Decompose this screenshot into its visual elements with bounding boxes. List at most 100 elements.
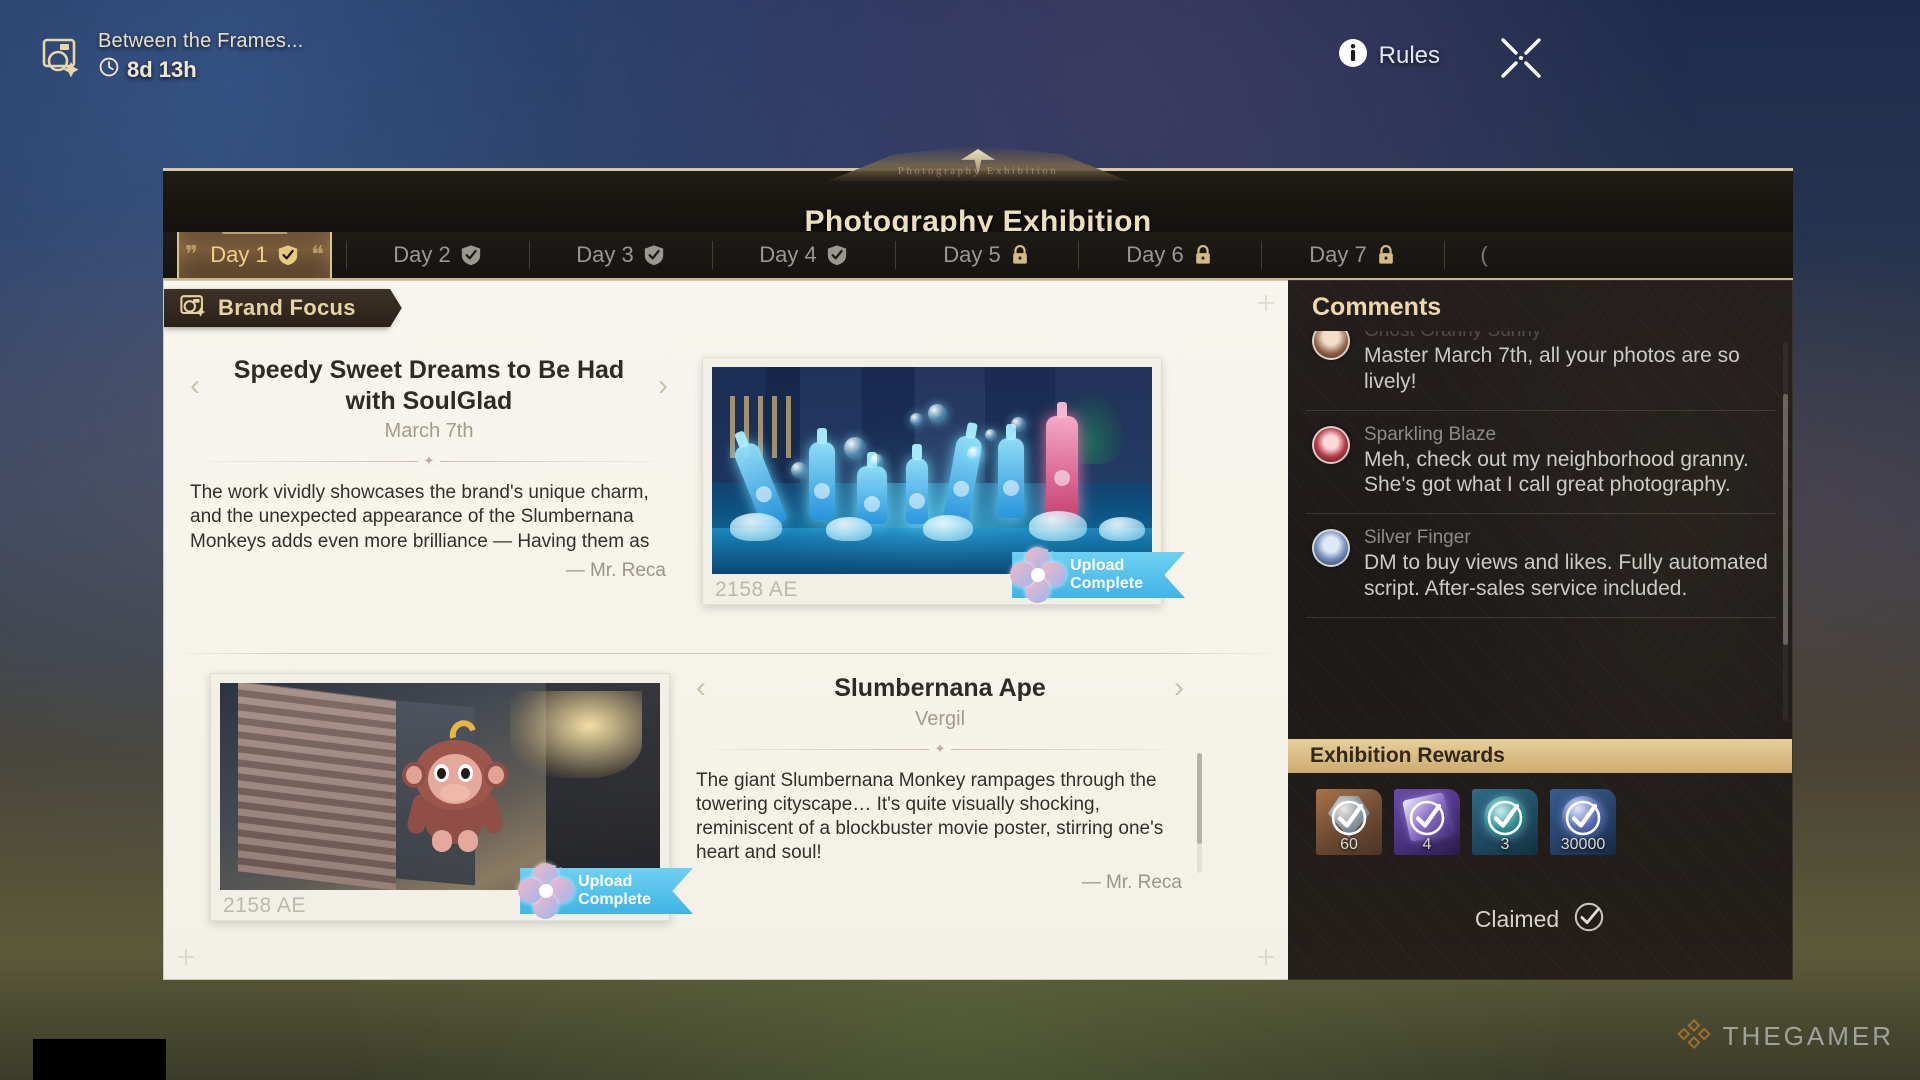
claimed-status: Claimed [1288, 901, 1792, 938]
tab-flourish-left-icon: ❞ [185, 241, 198, 269]
flower-badge-icon [1010, 547, 1067, 603]
article-author: Vergil [914, 707, 966, 730]
tab-day-7[interactable]: Day 7 [1261, 232, 1444, 278]
tab-label: Day 6 [1126, 242, 1184, 267]
comment-author: Sparkling Blaze [1364, 423, 1497, 445]
rewards-header: Exhibition Rewards [1288, 739, 1792, 773]
comments-list: Ghost Granny Sunny Master March 7th, all … [1306, 331, 1776, 733]
rules-label: Rules [1378, 41, 1440, 69]
upload-status-badge: Upload Complete [1010, 547, 1185, 603]
lock-icon [1376, 244, 1396, 266]
day-tab-bar[interactable]: ❞ ❝ Day 1 Day 2 Day 3 Day 4 Day 5 Day 6 Day 7 ( [163, 232, 1793, 280]
comment-text: DM to buy views and likes. Fully automat… [1364, 551, 1768, 601]
reward-item[interactable]: 3 [1472, 789, 1538, 855]
article-signature: — Mr. Reca [565, 559, 666, 581]
panel-body: Brand Focus ‹ Speedy Sweet Dreams to Be … [163, 280, 1793, 980]
corner-mark [1258, 295, 1274, 311]
tab-day-5[interactable]: Day 5 [895, 232, 1078, 278]
article-title-row: ‹ Slumbernana Ape › [696, 673, 1184, 704]
tab-label: Day 7 [1309, 242, 1367, 267]
rules-button[interactable]: Rules [1338, 38, 1440, 73]
reward-quantity: 30000 [1560, 836, 1606, 853]
article-separator [172, 653, 1280, 654]
photo-thumbnail [220, 683, 660, 890]
thegamer-logo [1676, 1017, 1711, 1056]
reward-quantity: 3 [1500, 836, 1510, 853]
article-divider-ornament: ✦ [700, 742, 1180, 755]
reward-item[interactable]: 60 [1316, 789, 1382, 855]
tab-day-3[interactable]: Day 3 [529, 232, 712, 278]
article-divider-ornament: ✦ [194, 454, 664, 467]
comment-body: Sparkling Blaze Meh, check out my neighbo… [1364, 424, 1770, 499]
rewards-row: 60 4 3 30000 [1316, 789, 1616, 855]
close-icon[interactable] [1495, 32, 1547, 84]
tab-day-2[interactable]: Day 2 [346, 232, 529, 278]
reward-quantity: 4 [1422, 836, 1432, 853]
lock-icon [1193, 244, 1213, 266]
brand-focus-label: Brand Focus [218, 295, 356, 320]
tab-day-4[interactable]: Day 4 [712, 232, 895, 278]
comments-scrollbar[interactable] [1783, 341, 1788, 721]
comments-title: Comments [1312, 293, 1442, 321]
article-scrollbar[interactable] [1197, 753, 1202, 873]
tab-label: ( [1480, 242, 1488, 267]
rewards-title: Exhibition Rewards [1310, 744, 1505, 767]
comment-author: Ghost Granny Sunny [1364, 331, 1770, 342]
photo-year-label: 2158 AE [715, 578, 798, 601]
article-entry: 2158 AE Upload Complete ‹ Slumbernana Ap… [164, 661, 1288, 971]
comment-item: Sparkling Blaze Meh, check out my neighbo… [1306, 411, 1776, 515]
check-circle-icon [1573, 901, 1605, 938]
tab-label: Day 1 [210, 242, 268, 267]
article-text-block: ‹ Slumbernana Ape › Vergil ✦ The giant S… [670, 661, 1210, 894]
upload-status-line2: Complete [578, 891, 651, 908]
clock-icon [98, 56, 120, 83]
tab-day-1[interactable]: ❞ ❝ Day 1 [163, 232, 346, 278]
exhibition-content: Brand Focus ‹ Speedy Sweet Dreams to Be … [163, 280, 1288, 980]
watermark-text: THEGAMER [1722, 1021, 1894, 1051]
event-banner: Between the Frames... 8d 13h [38, 30, 303, 83]
reward-claimed-check-icon [1563, 798, 1603, 838]
comment-text: Meh, check out my neighborhood granny. S… [1364, 447, 1749, 497]
tab-day-8-partial[interactable]: ( [1444, 232, 1524, 278]
article-title: Slumbernana Ape [834, 674, 1046, 702]
photo-thumbnail [712, 367, 1152, 574]
lock-icon [1010, 244, 1030, 266]
screen-edge-artifact [33, 1039, 166, 1080]
event-title: Between the Frames... [98, 30, 304, 52]
avatar [1312, 331, 1350, 360]
article-body: The giant Slumbernana Monkey rampages th… [696, 769, 1164, 864]
upload-status-line1: Upload [578, 872, 633, 890]
article-prev-arrow[interactable]: ‹ [696, 673, 706, 703]
reward-item[interactable]: 30000 [1550, 789, 1616, 855]
article-next-arrow[interactable]: › [658, 370, 668, 401]
photo-card[interactable]: 2158 AE Upload Complete [702, 357, 1185, 605]
check-badge-icon [643, 244, 665, 266]
tab-flourish-right-icon: ❝ [311, 241, 324, 269]
thegamer-watermark: THEGAMER [1676, 1017, 1894, 1056]
check-badge-icon [460, 244, 482, 266]
comment-item: Silver Finger DM to buy views and likes. … [1306, 514, 1776, 618]
tab-day-6[interactable]: Day 6 [1078, 232, 1261, 278]
photo-stack-icon [38, 34, 84, 80]
brand-focus-badge: Brand Focus [164, 289, 390, 327]
photo-soulglad-bottles [712, 367, 1152, 574]
reward-item[interactable]: 4 [1394, 789, 1460, 855]
avatar [1312, 425, 1350, 464]
event-timer-row: 8d 13h [98, 56, 303, 83]
photo-card[interactable]: 2158 AE Upload Complete [210, 673, 693, 921]
reward-claimed-check-icon [1407, 798, 1447, 838]
article-signature: — Mr. Reca [1081, 871, 1182, 893]
upload-status-line2: Complete [1070, 575, 1143, 592]
article-prev-arrow[interactable]: ‹ [190, 370, 200, 401]
tab-label: Day 5 [943, 242, 1001, 267]
reward-quantity: 60 [1340, 836, 1358, 853]
photo-slumbernana-ape [220, 683, 660, 890]
reward-claimed-check-icon [1329, 798, 1369, 838]
article-next-arrow[interactable]: › [1174, 673, 1184, 703]
comment-body: Silver Finger DM to buy views and likes. … [1364, 527, 1770, 602]
monkey-figure [400, 715, 510, 854]
tab-label: Day 4 [759, 242, 817, 267]
article-title: Speedy Sweet Dreams to Be Had with SoulG… [233, 356, 625, 415]
reward-claimed-check-icon [1485, 798, 1525, 838]
article-body: The work vividly showcases the brand's u… [190, 482, 650, 552]
